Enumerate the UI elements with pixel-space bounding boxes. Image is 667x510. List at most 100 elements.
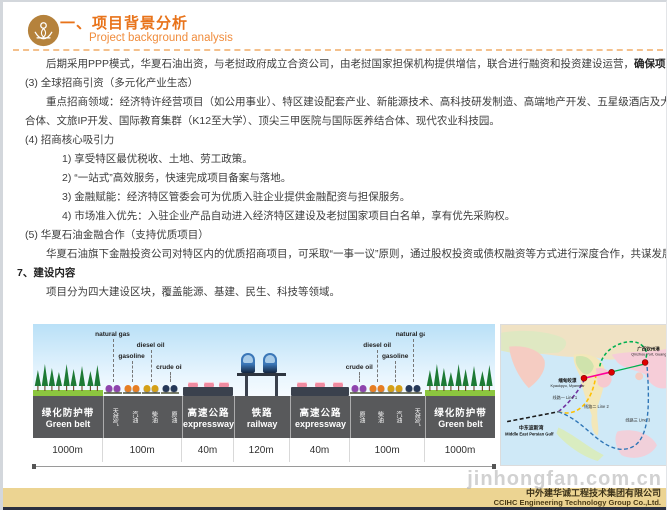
train-window — [265, 355, 275, 363]
pipe-dot-icon — [406, 385, 413, 392]
section-label-zh: 绿化防护带 — [434, 405, 487, 419]
section-label-zh: 高速公路 — [187, 405, 229, 419]
paragraph-text: 确保项目可持续性。 — [634, 58, 667, 70]
paragraph: 重点招商领域：经济特许经营项目（如公用事业）、特区建设配套产业、新能源技术、高科… — [15, 93, 661, 112]
pipe-dot-icon — [360, 385, 367, 392]
pipe-dot-icon — [124, 385, 131, 392]
pipe-dot-icon — [396, 385, 403, 392]
pipe-dot-icon — [132, 385, 139, 392]
pipeline-callout-line — [151, 350, 152, 382]
pipeline-base — [368, 392, 386, 394]
car-icon — [297, 382, 307, 387]
paragraph-text: 7、建设内容 — [17, 267, 75, 279]
pipeline-dots — [124, 385, 139, 392]
diagram-sky: crude oildiesel oilgasolinenatural gas — [350, 324, 425, 396]
page-title: 一、项目背景分析 — [60, 15, 233, 32]
diagram-label-band: 绿化防护带Green belt — [425, 396, 495, 438]
pipeline-base — [104, 392, 122, 394]
diagram-label-band: 高速公路expressway — [290, 396, 351, 438]
distance-label: 100m — [350, 438, 425, 462]
watermark: jinhongfan.com.cn — [467, 468, 662, 491]
distance-label: 1000m — [33, 438, 103, 462]
pipeline-callout-line — [170, 372, 171, 382]
pipeline-callout-line — [359, 372, 360, 382]
paragraph: 华夏石油旗下金融投资公司对特区内的优质招商项目，可采取“一事一议”原则，通过股权… — [15, 245, 661, 264]
pipe-dot-icon — [162, 385, 169, 392]
paragraph-text: 4) 市场准入优先：入驻企业产品自动进入经济特区建设及老挝国家项目白名单，享有优… — [62, 210, 515, 222]
section-label-zh: 铁路 — [252, 405, 273, 419]
car-icon — [333, 382, 343, 387]
pipe-label-zh: 柴油 — [375, 411, 382, 423]
paragraph-text: 2) “一站式”高效服务，快速完成项目备案与落地。 — [62, 172, 291, 184]
pipeline-base — [123, 392, 141, 394]
rail-post — [245, 376, 248, 396]
map-island-hainan — [635, 372, 643, 380]
pipeline-callout-label: natural gas — [95, 331, 130, 338]
paragraph: (5) 华夏石油金融合作（支持优质项目） — [15, 226, 661, 245]
train-window — [243, 355, 253, 363]
distance-label: 100m — [103, 438, 182, 462]
paragraph-text: 3) 金融赋能：经济特区管委会可为优质入驻企业提供金融配资与担保服务。 — [62, 191, 410, 203]
paragraph: 2) “一站式”高效服务，快速完成项目备案与落地。 — [15, 169, 661, 188]
pipeline-zh-labels: 天然气汽油柴油原油 — [104, 396, 182, 438]
pipeline-callout-label: diesel oil — [137, 342, 165, 349]
map-line3-label: 线路三 Line 3 — [625, 417, 650, 423]
pipeline-callout-label: gasoline — [118, 353, 144, 360]
paragraph: 1) 享受特区最优税收、土地、劳工政策。 — [15, 150, 661, 169]
pipe-label-zh: 汽油 — [394, 411, 401, 423]
pipeline-dots — [406, 385, 421, 392]
paragraph: 项目分为四大建设区块，覆盖能源、基建、民生、科技等领域。 — [15, 283, 661, 302]
pipeline-dots — [388, 385, 403, 392]
diagram-sky — [290, 324, 351, 396]
pipe-dot-icon — [388, 385, 395, 392]
diagram-section-road: 高速公路expressway40m — [182, 324, 233, 464]
pipe-dot-icon — [370, 385, 377, 392]
pipeline-dots — [143, 385, 158, 392]
diagram-sky — [182, 324, 233, 396]
paragraph-text: 1) 享受特区最优税收、土地、劳工政策。 — [62, 153, 253, 165]
section-label-en: Green belt — [46, 419, 91, 429]
diagram-sky — [33, 324, 103, 396]
pipe-label-zh: 天然气 — [412, 408, 419, 426]
section-label-en: railway — [247, 419, 278, 429]
map-origin-label-en: Middle East Persian Gulf — [505, 431, 554, 436]
pipeline-base — [142, 392, 160, 394]
distance-label: 1000m — [425, 438, 495, 462]
pipeline-base — [161, 392, 179, 394]
map-port1-label-zh: 缅甸皎漂 — [558, 377, 577, 384]
diagram-section-greenbelt: 绿化防护带Green belt1000m — [33, 324, 103, 464]
diagram-section-greenbelt: 绿化防护带Green belt1000m — [425, 324, 495, 464]
paragraph-text: 合体、文旅IP开发、国际教育集群（K12至大学）、顶尖三甲医院与国际医养结合体、… — [25, 115, 500, 127]
pipe-dot-icon — [151, 385, 158, 392]
paragraph-text: (3) 全球招商引资（多元化产业生态） — [25, 77, 198, 89]
pipe-label-zh: 原油 — [357, 411, 364, 423]
map-port2-label-en: Qinzhou Port, Guangxi — [631, 353, 667, 357]
rail-platform — [237, 373, 286, 376]
port-dot-qinzhou — [642, 360, 648, 366]
distance-label: 40m — [182, 438, 233, 462]
trees-icon — [425, 356, 495, 396]
section-label-en: expressway — [183, 419, 234, 429]
diagram-section-pipeline: crude oildiesel oilgasolinenatural gas原油… — [350, 324, 425, 464]
paragraph-text: 重点招商领域：经济特许经营项目（如公用事业）、特区建设配套产业、新能源技术、高科… — [46, 96, 667, 108]
pipeline-base — [404, 392, 422, 394]
corridor-cross-section-diagram: 绿化防护带Green belt1000mnatural gasgasolined… — [33, 324, 495, 464]
dimension-tick-left — [32, 464, 36, 469]
pipeline-callout-label: crude oil — [156, 364, 183, 371]
diagram-section-pipeline: natural gasgasolinediesel oilcrude oil天然… — [103, 324, 182, 464]
pipe-dot-icon — [414, 385, 421, 392]
diagram-section-rail: 铁路railway120m — [234, 324, 290, 464]
distance-label: 40m — [290, 438, 351, 462]
map-line1-label: 线路一 Line 1 — [552, 394, 577, 400]
diagram-label-band: 绿化防护带Green belt — [33, 396, 103, 438]
pipe-dot-icon — [105, 385, 112, 392]
pipeline-base — [350, 392, 368, 394]
diagram-label-band: 高速公路expressway — [182, 396, 233, 438]
pipeline-zh-labels: 原油柴油汽油 天然气 — [351, 396, 425, 438]
paragraph: 4) 市场准入优先：入驻企业产品自动进入经济特区建设及老挝国家项目白名单，享有优… — [15, 207, 661, 226]
diagram-sky — [425, 324, 495, 396]
diagram-sky — [234, 324, 290, 396]
paragraph-text: 项目分为四大建设区块，覆盖能源、基建、民生、科技等领域。 — [46, 286, 340, 298]
trees-icon — [33, 356, 103, 396]
lotus-logo-icon — [27, 14, 60, 47]
